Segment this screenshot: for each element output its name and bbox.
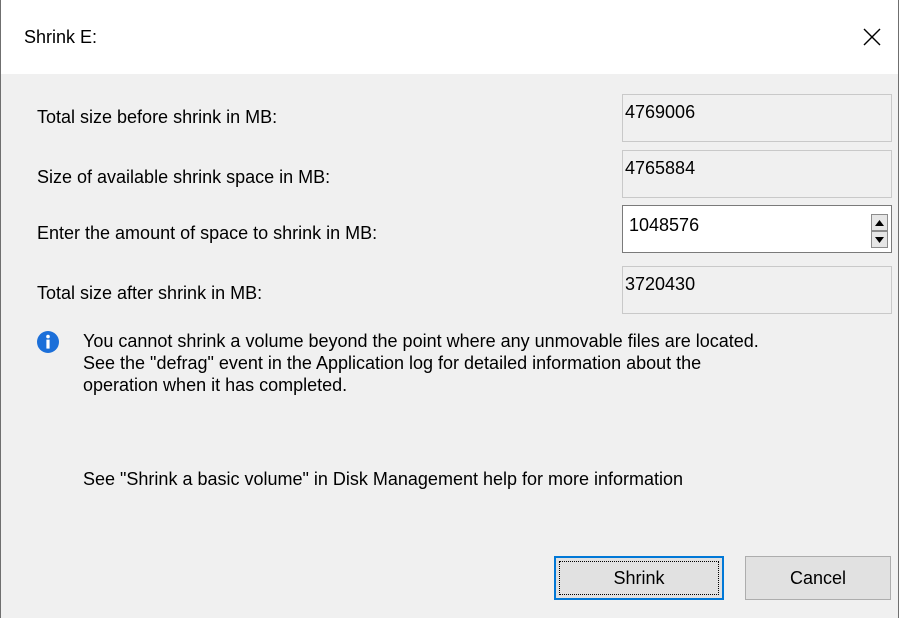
available-space-value: 4765884 — [622, 150, 892, 198]
close-icon — [863, 28, 881, 46]
total-after-label: Total size after shrink in MB: — [37, 283, 263, 303]
info-message: You cannot shrink a volume beyond the po… — [83, 330, 893, 396]
title-bar: Shrink E: — [1, 0, 898, 74]
shrink-amount-label: Enter the amount of space to shrink in M… — [37, 223, 378, 243]
shrink-dialog: Shrink E: Total size before shrink in MB… — [0, 0, 899, 618]
focus-ring — [559, 561, 719, 595]
total-before-value: 4769006 — [622, 94, 892, 142]
shrink-amount-input[interactable] — [629, 206, 849, 250]
spin-down-icon — [875, 236, 884, 243]
spin-up-button[interactable] — [871, 214, 888, 231]
info-line: See the "defrag" event in the Applicatio… — [83, 353, 702, 373]
info-icon — [37, 331, 59, 353]
total-after-value: 3720430 — [622, 266, 892, 314]
info-line: You cannot shrink a volume beyond the po… — [83, 331, 759, 351]
help-text: See "Shrink a basic volume" in Disk Mana… — [83, 469, 684, 489]
dialog-title: Shrink E: — [24, 27, 98, 47]
close-button[interactable] — [846, 0, 898, 74]
total-before-label: Total size before shrink in MB: — [37, 107, 278, 127]
available-space-label: Size of available shrink space in MB: — [37, 167, 331, 187]
cancel-button[interactable]: Cancel — [745, 556, 891, 600]
spin-up-icon — [875, 219, 884, 226]
cancel-button-label: Cancel — [789, 567, 847, 588]
shrink-button[interactable]: Shrink — [554, 556, 724, 600]
spin-down-button[interactable] — [871, 231, 888, 248]
info-line: operation when it has completed. — [83, 375, 348, 395]
shrink-amount-stepper — [622, 205, 892, 253]
